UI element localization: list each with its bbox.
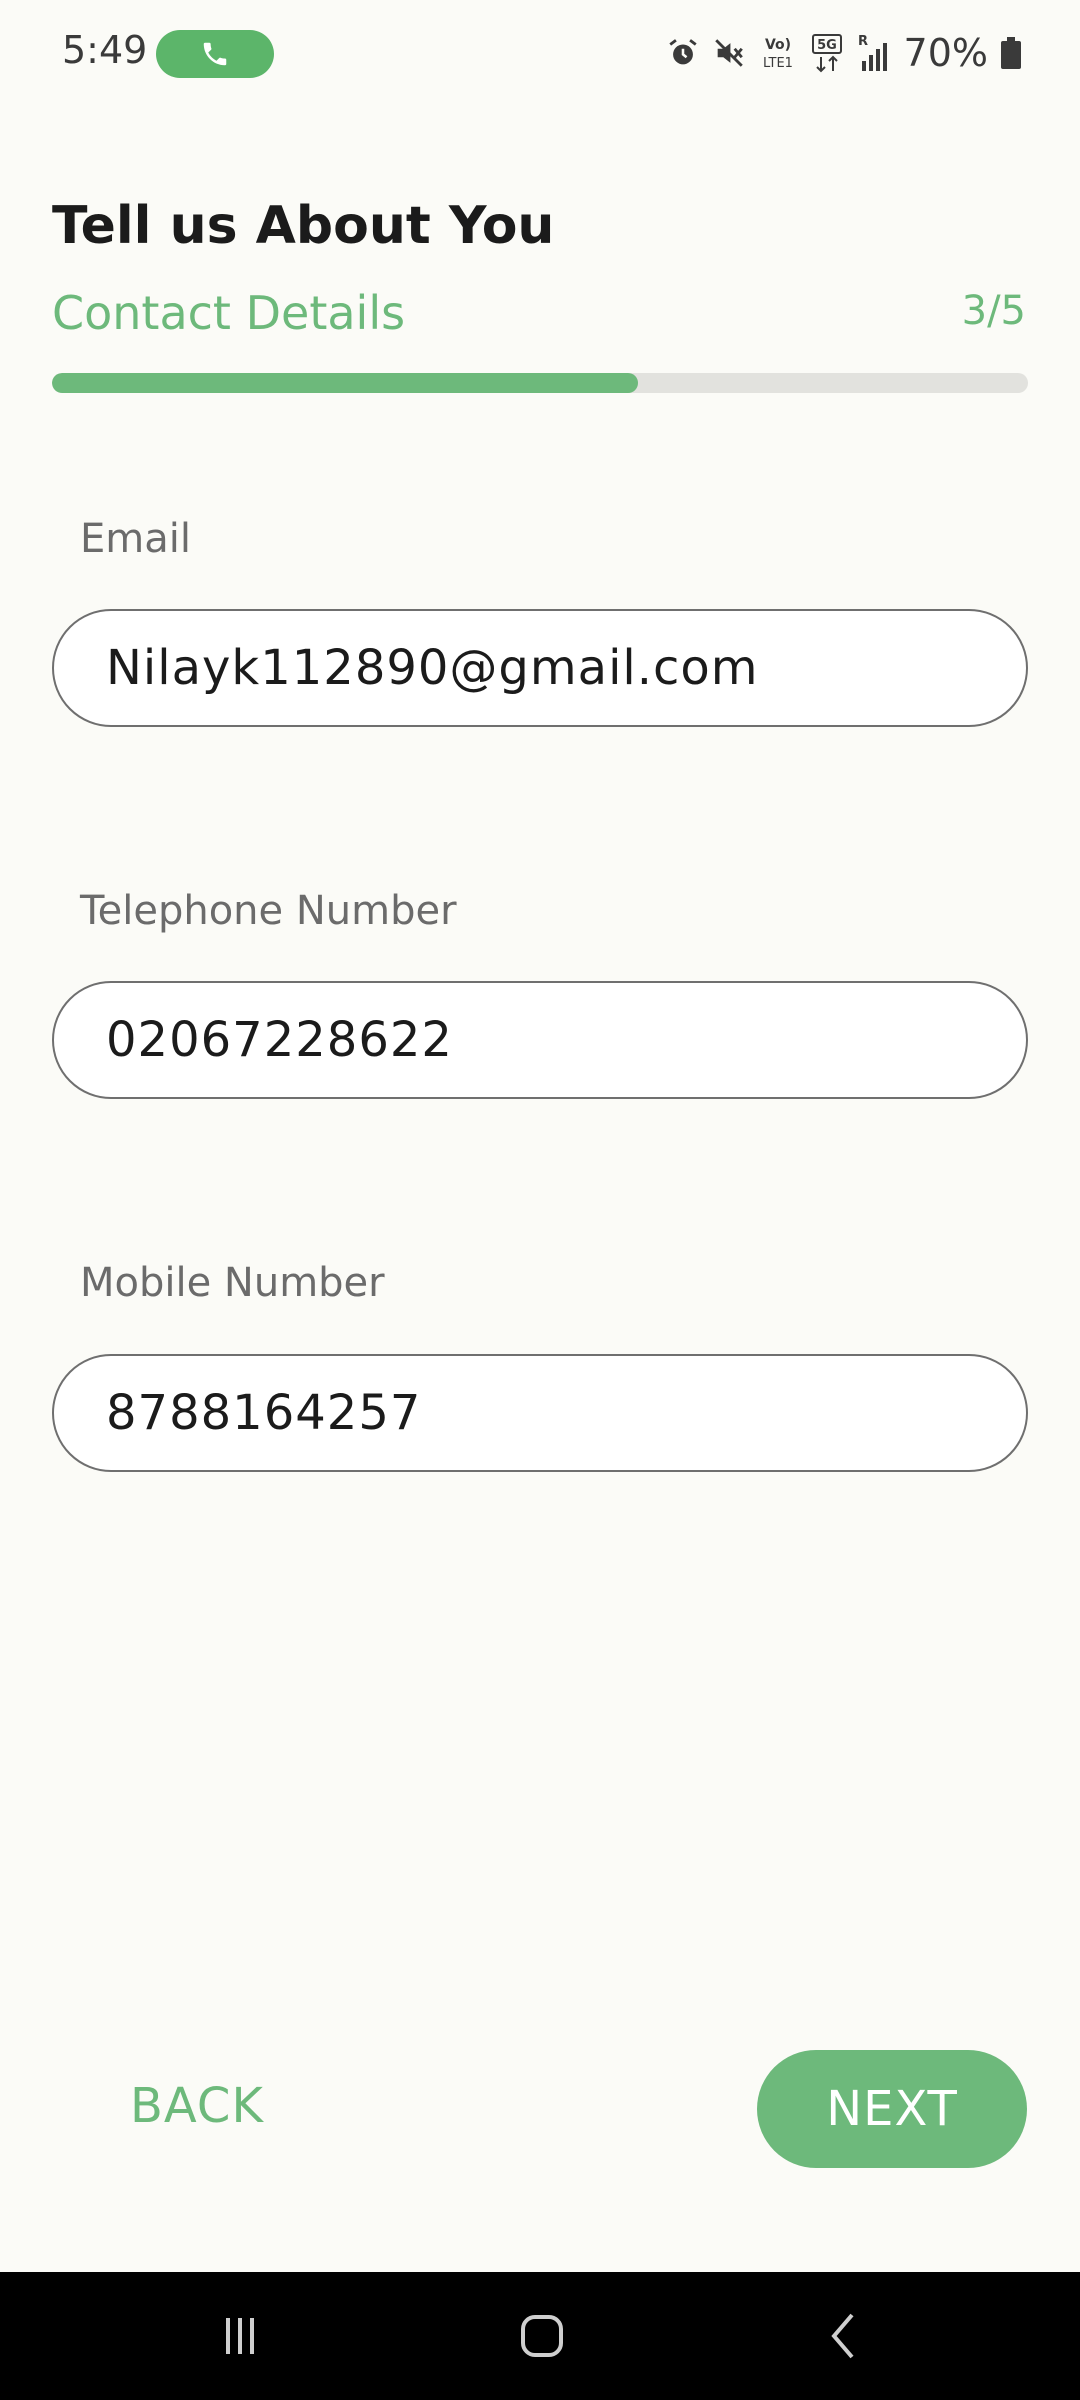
- back-icon: [831, 2313, 854, 2359]
- battery-percentage: 70%: [903, 31, 988, 75]
- status-time: 5:49: [62, 28, 148, 72]
- next-button[interactable]: NEXT: [757, 2050, 1027, 2168]
- telephone-label: Telephone Number: [80, 888, 457, 934]
- recent-apps-button[interactable]: [180, 2272, 300, 2400]
- telephone-value: 02067228622: [106, 1012, 453, 1068]
- svg-text:5G: 5G: [817, 38, 837, 53]
- mobile-field[interactable]: 8788164257: [52, 1354, 1028, 1472]
- status-bar: 5:49 Vo) LTE1 5G R 70%: [0, 0, 1080, 110]
- email-field[interactable]: Nilayk112890@gmail.com: [52, 609, 1028, 727]
- nav-back-button[interactable]: [784, 2272, 904, 2400]
- page-title: Tell us About You: [52, 196, 555, 256]
- mobile-value: 8788164257: [106, 1385, 422, 1441]
- home-icon: [521, 2315, 563, 2357]
- signal-icon: R: [856, 33, 892, 73]
- email-label: Email: [80, 516, 191, 562]
- svg-text:LTE1: LTE1: [763, 56, 793, 71]
- progress-bar: [52, 373, 1028, 393]
- email-value: Nilayk112890@gmail.com: [106, 640, 759, 696]
- recent-apps-icon: [226, 2318, 254, 2354]
- step-title: Contact Details: [52, 286, 406, 340]
- volte-icon: Vo) LTE1: [758, 33, 798, 73]
- back-button[interactable]: BACK: [130, 2078, 264, 2134]
- progress-fill: [52, 373, 638, 393]
- navigation-bar: [0, 2272, 1080, 2400]
- 5g-icon: 5G: [810, 33, 844, 73]
- svg-text:R: R: [858, 34, 868, 49]
- phone-call-icon: [203, 42, 227, 66]
- telephone-field[interactable]: 02067228622: [52, 981, 1028, 1099]
- step-counter: 3/5: [961, 288, 1026, 334]
- home-button[interactable]: [482, 2272, 602, 2400]
- mute-icon: [712, 36, 746, 70]
- mobile-label: Mobile Number: [80, 1260, 385, 1306]
- alarm-icon: [666, 36, 700, 70]
- svg-text:Vo): Vo): [764, 37, 790, 53]
- status-icons: Vo) LTE1 5G R 70%: [666, 28, 1022, 78]
- battery-icon: [1000, 36, 1022, 70]
- ongoing-call-pill[interactable]: [156, 30, 274, 78]
